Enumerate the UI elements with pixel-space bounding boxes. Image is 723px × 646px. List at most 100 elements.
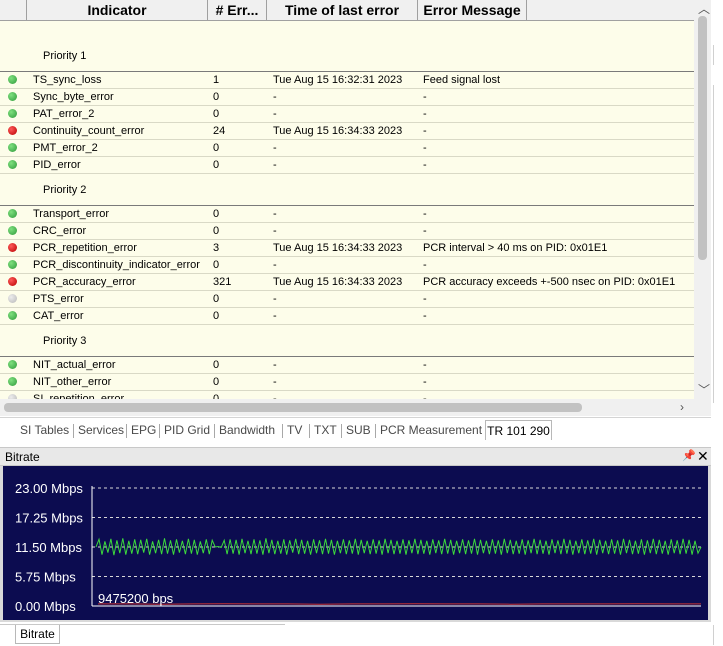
cell-count: 24 xyxy=(213,125,226,137)
priority-group-header[interactable]: Priority 3 xyxy=(0,325,694,357)
tab-separator xyxy=(159,424,160,438)
tab-separator xyxy=(126,424,127,438)
y-tick-label: 23.00 Mbps xyxy=(15,481,83,496)
cell-time: - xyxy=(273,142,277,154)
cell-time: - xyxy=(273,293,277,305)
vertical-scrollbar[interactable]: ︿ ﹀ xyxy=(694,0,711,399)
cell-message: PCR interval > 40 ms on PID: 0x01E1 xyxy=(423,242,608,254)
cell-message: - xyxy=(423,159,427,171)
cell-time: - xyxy=(273,359,277,371)
cell-message: - xyxy=(423,293,427,305)
status-green-icon xyxy=(8,92,17,101)
cell-indicator: NIT_other_error xyxy=(33,376,112,388)
cell-time: - xyxy=(273,159,277,171)
window-edge xyxy=(711,0,723,646)
status-red-icon xyxy=(8,126,17,135)
tr101290-table: Indicator # Err... Time of last error Er… xyxy=(0,0,711,416)
table-body: Priority 1 TS_sync_loss 1 Tue Aug 15 16:32:… xyxy=(0,20,694,408)
cell-indicator: PID_error xyxy=(33,159,81,171)
cell-indicator: PCR_accuracy_error xyxy=(33,276,136,288)
cell-message: - xyxy=(423,225,427,237)
cell-message: - xyxy=(423,91,427,103)
horizontal-scroll-thumb[interactable] xyxy=(4,403,582,412)
tab-pcr-measurement[interactable]: PCR Measurement xyxy=(380,422,482,439)
table-row[interactable]: CRC_error 0 - - xyxy=(0,223,694,240)
horizontal-scrollbar[interactable]: › xyxy=(0,399,694,416)
cell-count: 3 xyxy=(213,242,220,254)
cell-count: 0 xyxy=(213,376,220,388)
table-row[interactable]: PCR_repetition_error 3 Tue Aug 15 16:34:33… xyxy=(0,240,694,257)
priority-group-header[interactable]: Priority 1 xyxy=(0,20,694,72)
tab-txt[interactable]: TXT xyxy=(314,422,337,439)
priority-group-title: Priority 2 xyxy=(43,184,87,196)
tab-tr-101-290[interactable]: TR 101 290 xyxy=(485,420,552,440)
tab-bandwidth[interactable]: Bandwidth xyxy=(219,422,275,439)
scroll-up-icon[interactable]: ︿ xyxy=(698,3,710,15)
status-green-icon xyxy=(8,75,17,84)
tab-sub[interactable]: SUB xyxy=(346,422,371,439)
table-row[interactable]: PCR_discontinuity_indicator_error 0 - - xyxy=(0,257,694,274)
status-column-header[interactable] xyxy=(0,0,27,20)
cell-message: - xyxy=(423,310,427,322)
cell-indicator: Sync_byte_error xyxy=(33,91,114,103)
table-row[interactable]: PMT_error_2 0 - - xyxy=(0,140,694,157)
y-tick-label: 0.00 Mbps xyxy=(15,599,76,614)
cell-count: 0 xyxy=(213,108,220,120)
scrollbar-corner xyxy=(694,399,711,416)
status-green-icon xyxy=(8,360,17,369)
scroll-down-icon[interactable]: ﹀ xyxy=(698,384,710,396)
tab-bitrate[interactable]: Bitrate xyxy=(15,625,60,644)
column-header-indicator[interactable]: Indicator xyxy=(27,0,208,20)
close-icon[interactable]: ✕ xyxy=(697,448,709,465)
cell-count: 0 xyxy=(213,293,220,305)
tab-separator xyxy=(375,424,376,438)
current-bitrate-value: 9475200 bps xyxy=(98,591,174,606)
cell-time: - xyxy=(273,208,277,220)
status-green-icon xyxy=(8,377,17,386)
table-row[interactable]: PTS_error 0 - - xyxy=(0,291,694,308)
status-green-icon xyxy=(8,226,17,235)
y-tick-label: 11.50 Mbps xyxy=(15,540,82,555)
priority-group-title: Priority 3 xyxy=(43,335,87,347)
y-tick-label: 5.75 Mbps xyxy=(15,570,76,585)
tab-pid-grid[interactable]: PID Grid xyxy=(164,422,210,439)
cell-time: Tue Aug 15 16:34:33 2023 xyxy=(273,276,403,288)
cell-indicator: PMT_error_2 xyxy=(33,142,98,154)
pin-icon[interactable]: 📌 xyxy=(682,449,696,462)
cell-time: - xyxy=(273,91,277,103)
tab-si-tables[interactable]: SI Tables xyxy=(20,422,69,439)
tab-tv[interactable]: TV xyxy=(287,422,302,439)
table-row[interactable]: PCR_accuracy_error 321 Tue Aug 15 16:34:33… xyxy=(0,274,694,291)
table-row[interactable]: PID_error 0 - - xyxy=(0,157,694,174)
bitrate-panel-title: Bitrate xyxy=(5,450,40,464)
status-green-icon xyxy=(8,143,17,152)
cell-indicator: PCR_discontinuity_indicator_error xyxy=(33,259,200,271)
cell-indicator: NIT_actual_error xyxy=(33,359,116,371)
cell-message: PCR accuracy exceeds +-500 nsec on PID: … xyxy=(423,276,676,288)
tab-services[interactable]: Services xyxy=(78,422,124,439)
column-header-message[interactable]: Error Message xyxy=(418,0,527,20)
table-row[interactable]: Sync_byte_error 0 - - xyxy=(0,89,694,106)
table-row[interactable]: PAT_error_2 0 - - xyxy=(0,106,694,123)
cell-time: - xyxy=(273,376,277,388)
column-header-error-count[interactable]: # Err... xyxy=(208,0,267,20)
column-header-time[interactable]: Time of last error xyxy=(267,0,418,20)
tab-separator xyxy=(282,424,283,438)
vertical-scroll-thumb[interactable] xyxy=(698,16,707,260)
table-row[interactable]: NIT_actual_error 0 - - xyxy=(0,357,694,374)
tab-epg[interactable]: EPG xyxy=(131,422,156,439)
table-row[interactable]: NIT_other_error 0 - - xyxy=(0,374,694,391)
table-row[interactable]: Continuity_count_error 24 Tue Aug 15 16:34… xyxy=(0,123,694,140)
table-row[interactable]: Transport_error 0 - - xyxy=(0,206,694,223)
cell-time: Tue Aug 15 16:34:33 2023 xyxy=(273,242,403,254)
cell-count: 0 xyxy=(213,259,220,271)
cell-count: 0 xyxy=(213,225,220,237)
cell-time: Tue Aug 15 16:34:33 2023 xyxy=(273,125,403,137)
status-red-icon xyxy=(8,277,17,286)
table-row[interactable]: TS_sync_loss 1 Tue Aug 15 16:32:31 2023 Fee… xyxy=(0,72,694,89)
cell-time: - xyxy=(273,108,277,120)
table-row[interactable]: CAT_error 0 - - xyxy=(0,308,694,325)
scroll-right-icon[interactable]: › xyxy=(680,401,684,413)
cell-message: - xyxy=(423,376,427,388)
priority-group-header[interactable]: Priority 2 xyxy=(0,174,694,206)
